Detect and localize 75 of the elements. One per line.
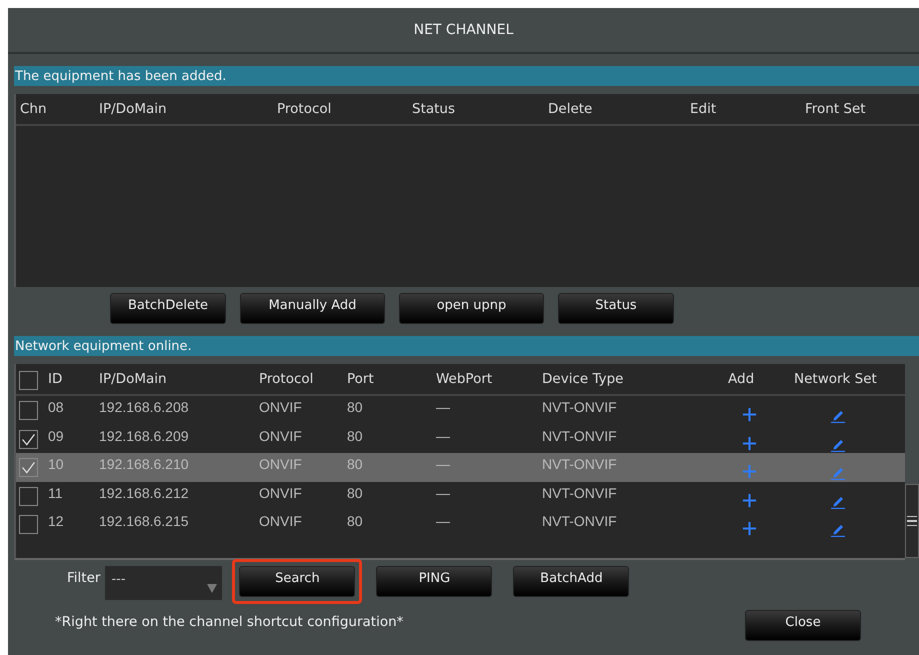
hint-text: *Right there on the channel shortcut configuration* — [55, 614, 404, 630]
column-header: Chn — [20, 101, 48, 117]
select-all-checkbox[interactable] — [19, 370, 38, 390]
scrollbar-thumb[interactable] — [905, 484, 919, 558]
row-checkbox[interactable] — [19, 486, 38, 506]
table-cell-text: 80 — [347, 399, 364, 415]
table-cell-text: 12 — [48, 513, 65, 529]
table-cell-text: — — [436, 513, 451, 529]
column-header: Device Type — [542, 371, 624, 387]
row-checkbox[interactable] — [19, 401, 38, 420]
table-cell-text: 08 — [48, 399, 65, 415]
action-button[interactable]: Search — [239, 566, 356, 597]
filter-dropdown[interactable]: --- — [105, 566, 222, 600]
column-header: Protocol — [277, 101, 332, 117]
table-cell-text: 80 — [347, 484, 364, 500]
table-cell-text: 192.168.6.212 — [99, 484, 190, 500]
table-cell-text: — — [436, 456, 451, 472]
close-button[interactable]: Close — [745, 610, 861, 641]
table-cell-text: NVT-ONVIF — [542, 399, 618, 415]
toolbar-button[interactable]: open upnp — [399, 293, 544, 324]
dropdown-arrow-icon[interactable] — [206, 582, 218, 594]
column-header: Status — [412, 101, 456, 117]
row-checkbox[interactable] — [19, 515, 38, 534]
column-header: ID — [48, 371, 64, 387]
row-checkbox[interactable] — [19, 430, 38, 448]
table-cell-text: NVT-ONVIF — [542, 484, 618, 500]
add-icon[interactable] — [742, 492, 757, 508]
column-header: Edit — [690, 101, 718, 117]
toolbar-button[interactable]: BatchDelete — [110, 293, 226, 324]
action-button[interactable]: PING — [376, 566, 492, 597]
table-cell-text: ONVIF — [259, 513, 303, 529]
table-cell-text: NVT-ONVIF — [542, 513, 618, 529]
add-icon[interactable] — [742, 521, 757, 536]
table-cell-text: ONVIF — [259, 484, 303, 500]
column-header: Delete — [548, 101, 594, 117]
table-cell-text: 80 — [347, 513, 364, 529]
column-header: WebPort — [436, 371, 494, 387]
column-header: Front Set — [805, 101, 867, 117]
column-header: IP/DoMain — [99, 101, 168, 117]
device-row[interactable]: 12 192.168.6.215 ONVIF 80 — NVT-ONVIF — [16, 510, 905, 538]
device-row[interactable]: 11 192.168.6.212 ONVIF 80 — NVT-ONVIF — [16, 482, 905, 510]
column-header: Add — [728, 371, 756, 387]
table-cell-text: NVT-ONVIF — [542, 428, 618, 444]
table-cell-text: 80 — [347, 456, 364, 472]
section-caption: The equipment has been added. — [14, 66, 919, 86]
row-checkbox[interactable] — [19, 458, 38, 477]
table-cell-text: 192.168.6.210 — [99, 456, 190, 472]
column-header: Port — [347, 371, 375, 387]
toolbar-button[interactable]: Manually Add — [240, 293, 385, 324]
table-cell-text: — — [436, 484, 451, 500]
table-cell-text: ONVIF — [259, 399, 303, 415]
device-row[interactable]: 08 192.168.6.208 ONVIF 80 — NVT-ONVIF — [16, 396, 905, 424]
toolbar-button[interactable]: Status — [558, 293, 674, 324]
filter-label: Filter — [67, 570, 100, 586]
table-cell-text: ONVIF — [259, 428, 303, 444]
table-cell-text: 192.168.6.209 — [99, 428, 190, 444]
table-cell-text: 192.168.6.215 — [99, 513, 190, 529]
add-icon[interactable] — [742, 436, 757, 450]
table-cell-text: 11 — [48, 484, 64, 500]
table-cell-text: ONVIF — [259, 456, 303, 472]
table-cell-text: 192.168.6.208 — [99, 399, 190, 415]
table-cell-text: 09 — [48, 428, 65, 444]
action-button[interactable]: BatchAdd — [513, 566, 630, 597]
add-icon[interactable] — [742, 407, 757, 422]
window-title: NET CHANNEL — [8, 8, 919, 54]
device-row[interactable]: 09 192.168.6.209 ONVIF 80 — NVT-ONVIF — [16, 424, 905, 453]
table-cell-text: — — [436, 428, 451, 444]
table-cell-text: 10 — [48, 456, 65, 472]
column-header: IP/DoMain — [99, 371, 168, 387]
section-caption: Network equipment online. — [14, 336, 919, 356]
table-cell-text: NVT-ONVIF — [542, 456, 618, 472]
table-cell-text: — — [436, 399, 451, 415]
column-header: Network Set — [794, 371, 878, 387]
table-cell-text: 80 — [347, 428, 364, 444]
column-header: Protocol — [259, 371, 314, 387]
